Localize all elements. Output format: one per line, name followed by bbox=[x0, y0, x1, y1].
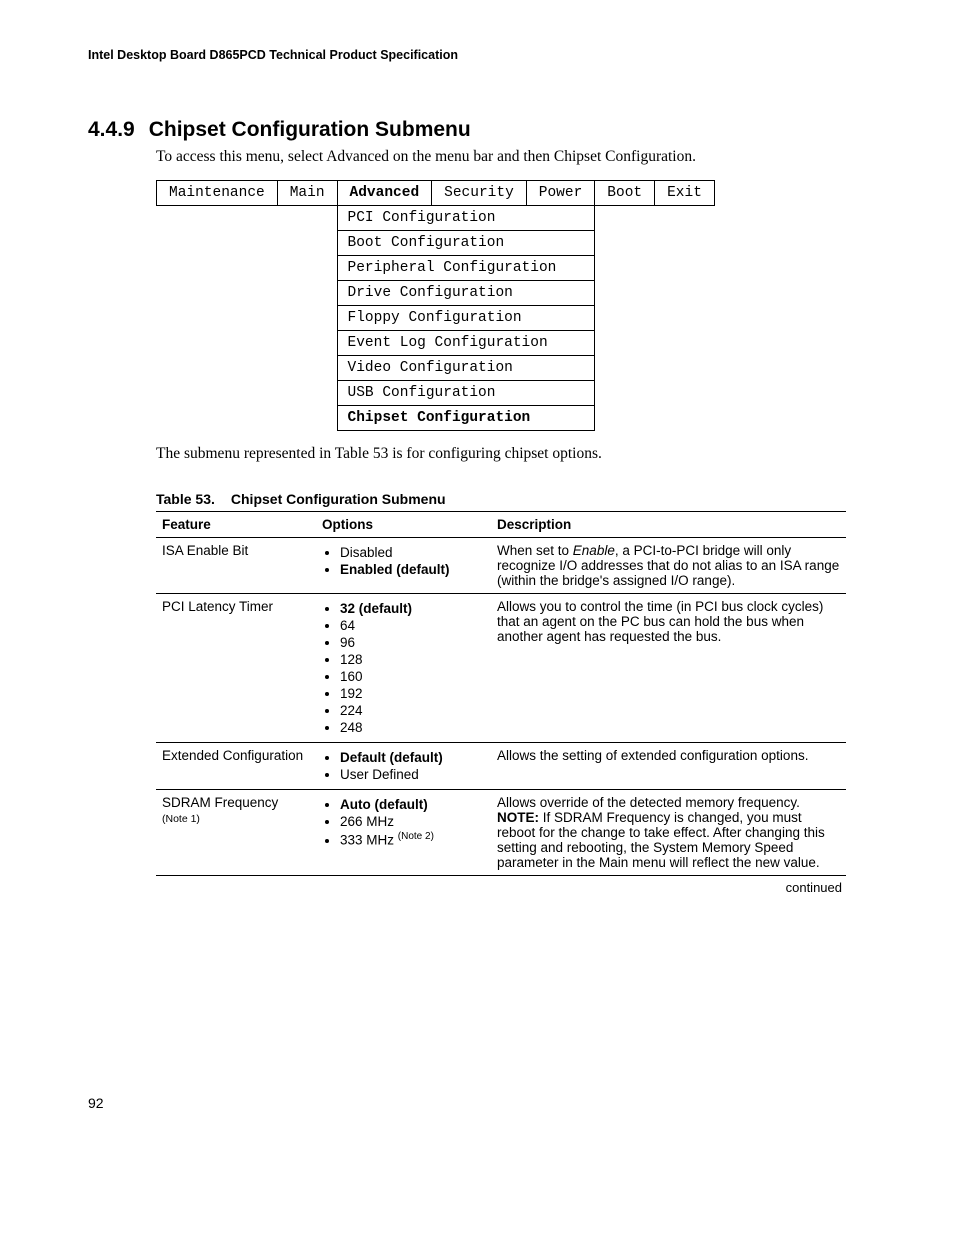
submenu-item: USB Configuration bbox=[338, 381, 595, 406]
table-row: SDRAM Frequency (Note 1) Auto (default) … bbox=[156, 790, 846, 876]
menu-item-power: Power bbox=[526, 181, 595, 206]
col-header-feature: Feature bbox=[156, 512, 316, 538]
bios-menu-diagram: Maintenance Main Advanced Security Power… bbox=[156, 180, 715, 431]
table-title: Chipset Configuration Submenu bbox=[231, 491, 446, 507]
submenu-item-active: Chipset Configuration bbox=[338, 406, 595, 430]
feature-cell: SDRAM Frequency (Note 1) bbox=[156, 790, 316, 876]
option-text: 333 MHz bbox=[340, 833, 398, 848]
menu-item-main: Main bbox=[277, 181, 337, 206]
feature-cell: PCI Latency Timer bbox=[156, 594, 316, 743]
submenu-item: Peripheral Configuration bbox=[338, 256, 595, 281]
col-header-options: Options bbox=[316, 512, 491, 538]
submenu-item: PCI Configuration bbox=[338, 206, 595, 231]
option-default: Auto (default) bbox=[340, 797, 485, 812]
section-heading: 4.4.9 Chipset Configuration Submenu bbox=[88, 118, 882, 142]
running-header: Intel Desktop Board D865PCD Technical Pr… bbox=[88, 48, 882, 62]
option-default: Enabled (default) bbox=[340, 562, 485, 577]
description-cell: Allows override of the detected memory f… bbox=[491, 790, 846, 876]
option-default: Default (default) bbox=[340, 750, 485, 765]
table-row: Extended Configuration Default (default)… bbox=[156, 743, 846, 790]
options-cell: Default (default) User Defined bbox=[316, 743, 491, 790]
col-header-description: Description bbox=[491, 512, 846, 538]
option: 96 bbox=[340, 635, 485, 650]
menu-item-maintenance: Maintenance bbox=[157, 181, 278, 206]
options-cell: Disabled Enabled (default) bbox=[316, 538, 491, 594]
submenu-item: Event Log Configuration bbox=[338, 331, 595, 356]
option: 128 bbox=[340, 652, 485, 667]
table-caption: Table 53. Chipset Configuration Submenu bbox=[156, 491, 882, 507]
chipset-config-table: Feature Options Description ISA Enable B… bbox=[156, 511, 846, 876]
table-row: ISA Enable Bit Disabled Enabled (default… bbox=[156, 538, 846, 594]
desc-note: NOTE: If SDRAM Frequency is changed, you… bbox=[497, 810, 840, 870]
feature-cell: Extended Configuration bbox=[156, 743, 316, 790]
feature-name: SDRAM Frequency bbox=[162, 795, 278, 810]
table-label: Table 53. bbox=[156, 491, 215, 507]
description-cell: When set to Enable, a PCI-to-PCI bridge … bbox=[491, 538, 846, 594]
note-label: NOTE: bbox=[497, 810, 539, 825]
menu-item-advanced: Advanced bbox=[337, 181, 432, 206]
option-note: (Note 2) bbox=[398, 831, 434, 842]
option: 266 MHz bbox=[340, 814, 485, 829]
page-number: 92 bbox=[88, 1095, 882, 1111]
desc-text: When set to bbox=[497, 543, 573, 558]
option: Disabled bbox=[340, 545, 485, 560]
section-intro: To access this menu, select Advanced on … bbox=[156, 148, 882, 166]
menu-item-security: Security bbox=[432, 181, 527, 206]
continued-label: continued bbox=[88, 880, 842, 895]
table-row: PCI Latency Timer 32 (default) 64 96 128… bbox=[156, 594, 846, 743]
option: 224 bbox=[340, 703, 485, 718]
description-cell: Allows you to control the time (in PCI b… bbox=[491, 594, 846, 743]
menu-item-exit: Exit bbox=[655, 181, 715, 206]
option: User Defined bbox=[340, 767, 485, 782]
advanced-submenu: PCI Configuration Boot Configuration Per… bbox=[337, 206, 595, 431]
description-cell: Allows the setting of extended configura… bbox=[491, 743, 846, 790]
paragraph: The submenu represented in Table 53 is f… bbox=[156, 445, 882, 463]
submenu-item: Video Configuration bbox=[338, 356, 595, 381]
option-default: 32 (default) bbox=[340, 601, 485, 616]
section-title-text: Chipset Configuration Submenu bbox=[149, 118, 471, 141]
option: 160 bbox=[340, 669, 485, 684]
options-cell: 32 (default) 64 96 128 160 192 224 248 bbox=[316, 594, 491, 743]
section-number: 4.4.9 bbox=[88, 118, 135, 141]
submenu-item: Floppy Configuration bbox=[338, 306, 595, 331]
option: 64 bbox=[340, 618, 485, 633]
menu-item-boot: Boot bbox=[595, 181, 655, 206]
option: 333 MHz (Note 2) bbox=[340, 831, 485, 848]
note-text: If SDRAM Frequency is changed, you must … bbox=[497, 810, 825, 870]
feature-note: (Note 1) bbox=[162, 813, 200, 825]
options-cell: Auto (default) 266 MHz 333 MHz (Note 2) bbox=[316, 790, 491, 876]
submenu-item: Drive Configuration bbox=[338, 281, 595, 306]
submenu-item: Boot Configuration bbox=[338, 231, 595, 256]
option: 248 bbox=[340, 720, 485, 735]
desc-line: Allows override of the detected memory f… bbox=[497, 795, 840, 810]
desc-emphasis: Enable bbox=[573, 543, 615, 558]
feature-cell: ISA Enable Bit bbox=[156, 538, 316, 594]
option: 192 bbox=[340, 686, 485, 701]
